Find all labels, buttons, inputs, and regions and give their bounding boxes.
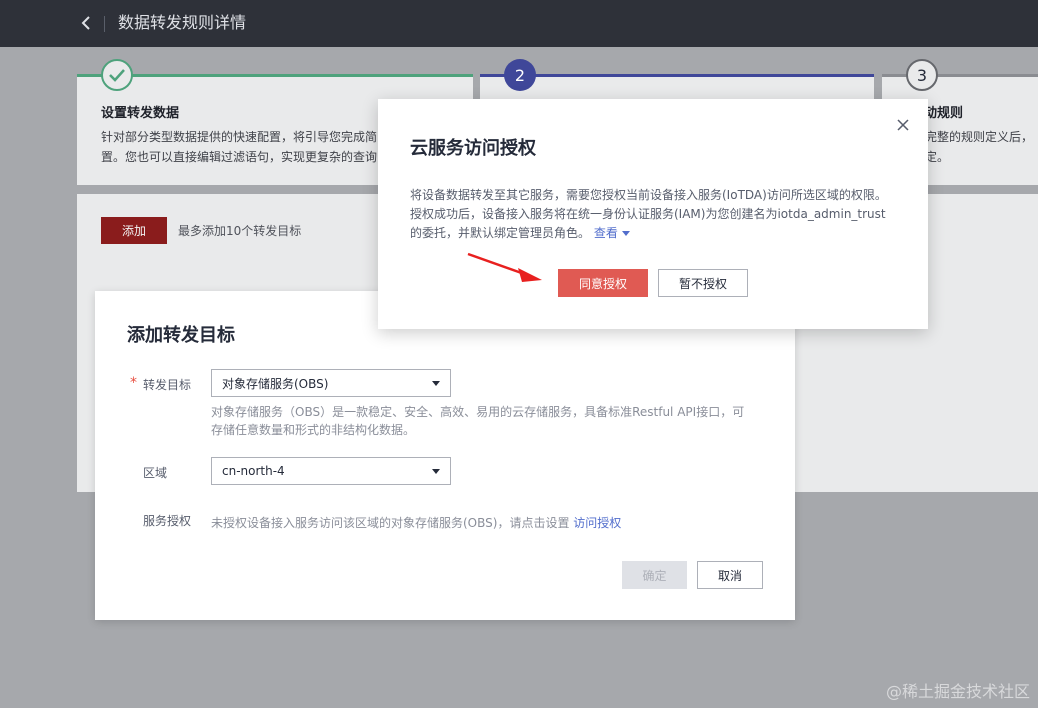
target-label: 转发目标 bbox=[143, 378, 192, 392]
step-progress-line-1 bbox=[77, 74, 473, 77]
region-select-value: cn-north-4 bbox=[222, 464, 285, 478]
watermark: @稀土掘金技术社区 bbox=[885, 682, 1030, 701]
auth-dialog-desc: 将设备数据转发至其它服务，需要您授权当前设备接入服务(IoTDA)访问所选区域的… bbox=[410, 186, 898, 243]
target-select-value: 对象存储服务(OBS) bbox=[222, 376, 329, 391]
caret-down-icon bbox=[621, 231, 630, 236]
agree-auth-button[interactable]: 同意授权 bbox=[558, 269, 648, 297]
target-select[interactable]: 对象存储服务(OBS) bbox=[211, 369, 451, 397]
access-auth-link[interactable]: 访问授权 bbox=[573, 516, 621, 530]
step-1-desc: 针对部分类型数据提供的快速配置，将引导您完成简置。您也可以直接编辑过滤语句，实现… bbox=[101, 130, 378, 164]
add-hint: 最多添加10个转发目标 bbox=[178, 224, 302, 238]
step-3-title: 动规则 bbox=[924, 106, 964, 121]
region-select[interactable]: cn-north-4 bbox=[211, 457, 451, 485]
step-3-desc: 完整的规则定义后，定。 bbox=[925, 130, 1034, 164]
auth-dialog-title: 云服务访问授权 bbox=[410, 138, 536, 159]
confirm-button[interactable]: 确定 bbox=[622, 561, 687, 589]
target-help-text: 对象存储服务（OBS）是一款稳定、安全、高效、易用的云存储服务，具备标准Rest… bbox=[211, 405, 745, 437]
cancel-button[interactable]: 取消 bbox=[697, 561, 763, 589]
top-header: 数据转发规则详情 bbox=[0, 0, 1038, 47]
header-divider bbox=[104, 16, 105, 32]
service-auth-dialog: 云服务访问授权 将设备数据转发至其它服务，需要您授权当前设备接入服务(IoTDA… bbox=[378, 99, 928, 329]
required-mark: * bbox=[130, 375, 137, 391]
decline-auth-button[interactable]: 暂不授权 bbox=[658, 269, 748, 297]
step-progress-line-2 bbox=[480, 74, 874, 77]
page-title: 数据转发规则详情 bbox=[118, 13, 247, 32]
auth-desc-text: 将设备数据转发至其它服务，需要您授权当前设备接入服务(IoTDA)访问所选区域的… bbox=[410, 188, 887, 240]
step-1-title: 设置转发数据 bbox=[101, 106, 180, 121]
add-target-dialog: 添加转发目标 * 转发目标 对象存储服务(OBS) 对象存储服务（OBS）是一款… bbox=[95, 291, 795, 620]
auth-label: 服务授权 bbox=[143, 514, 192, 528]
step-3-number: 3 bbox=[906, 59, 938, 91]
view-more-link[interactable]: 查看 bbox=[594, 226, 618, 240]
caret-down-icon bbox=[432, 469, 440, 474]
auth-status-text: 未授权设备接入服务访问该区域的对象存储服务(OBS)，请点击设置 访问授权 bbox=[211, 514, 621, 531]
red-arrow-annotation bbox=[467, 252, 542, 282]
region-label: 区域 bbox=[143, 466, 168, 480]
auth-status-message: 未授权设备接入服务访问该区域的对象存储服务(OBS)，请点击设置 bbox=[211, 516, 570, 530]
caret-down-icon bbox=[432, 381, 440, 386]
step-2-number: 2 bbox=[504, 59, 536, 91]
step-1-check-icon bbox=[101, 59, 133, 91]
add-button[interactable]: 添加 bbox=[101, 217, 167, 244]
dialog-title: 添加转发目标 bbox=[127, 325, 235, 346]
close-icon[interactable] bbox=[896, 118, 910, 132]
chevron-left-icon[interactable] bbox=[76, 12, 96, 34]
